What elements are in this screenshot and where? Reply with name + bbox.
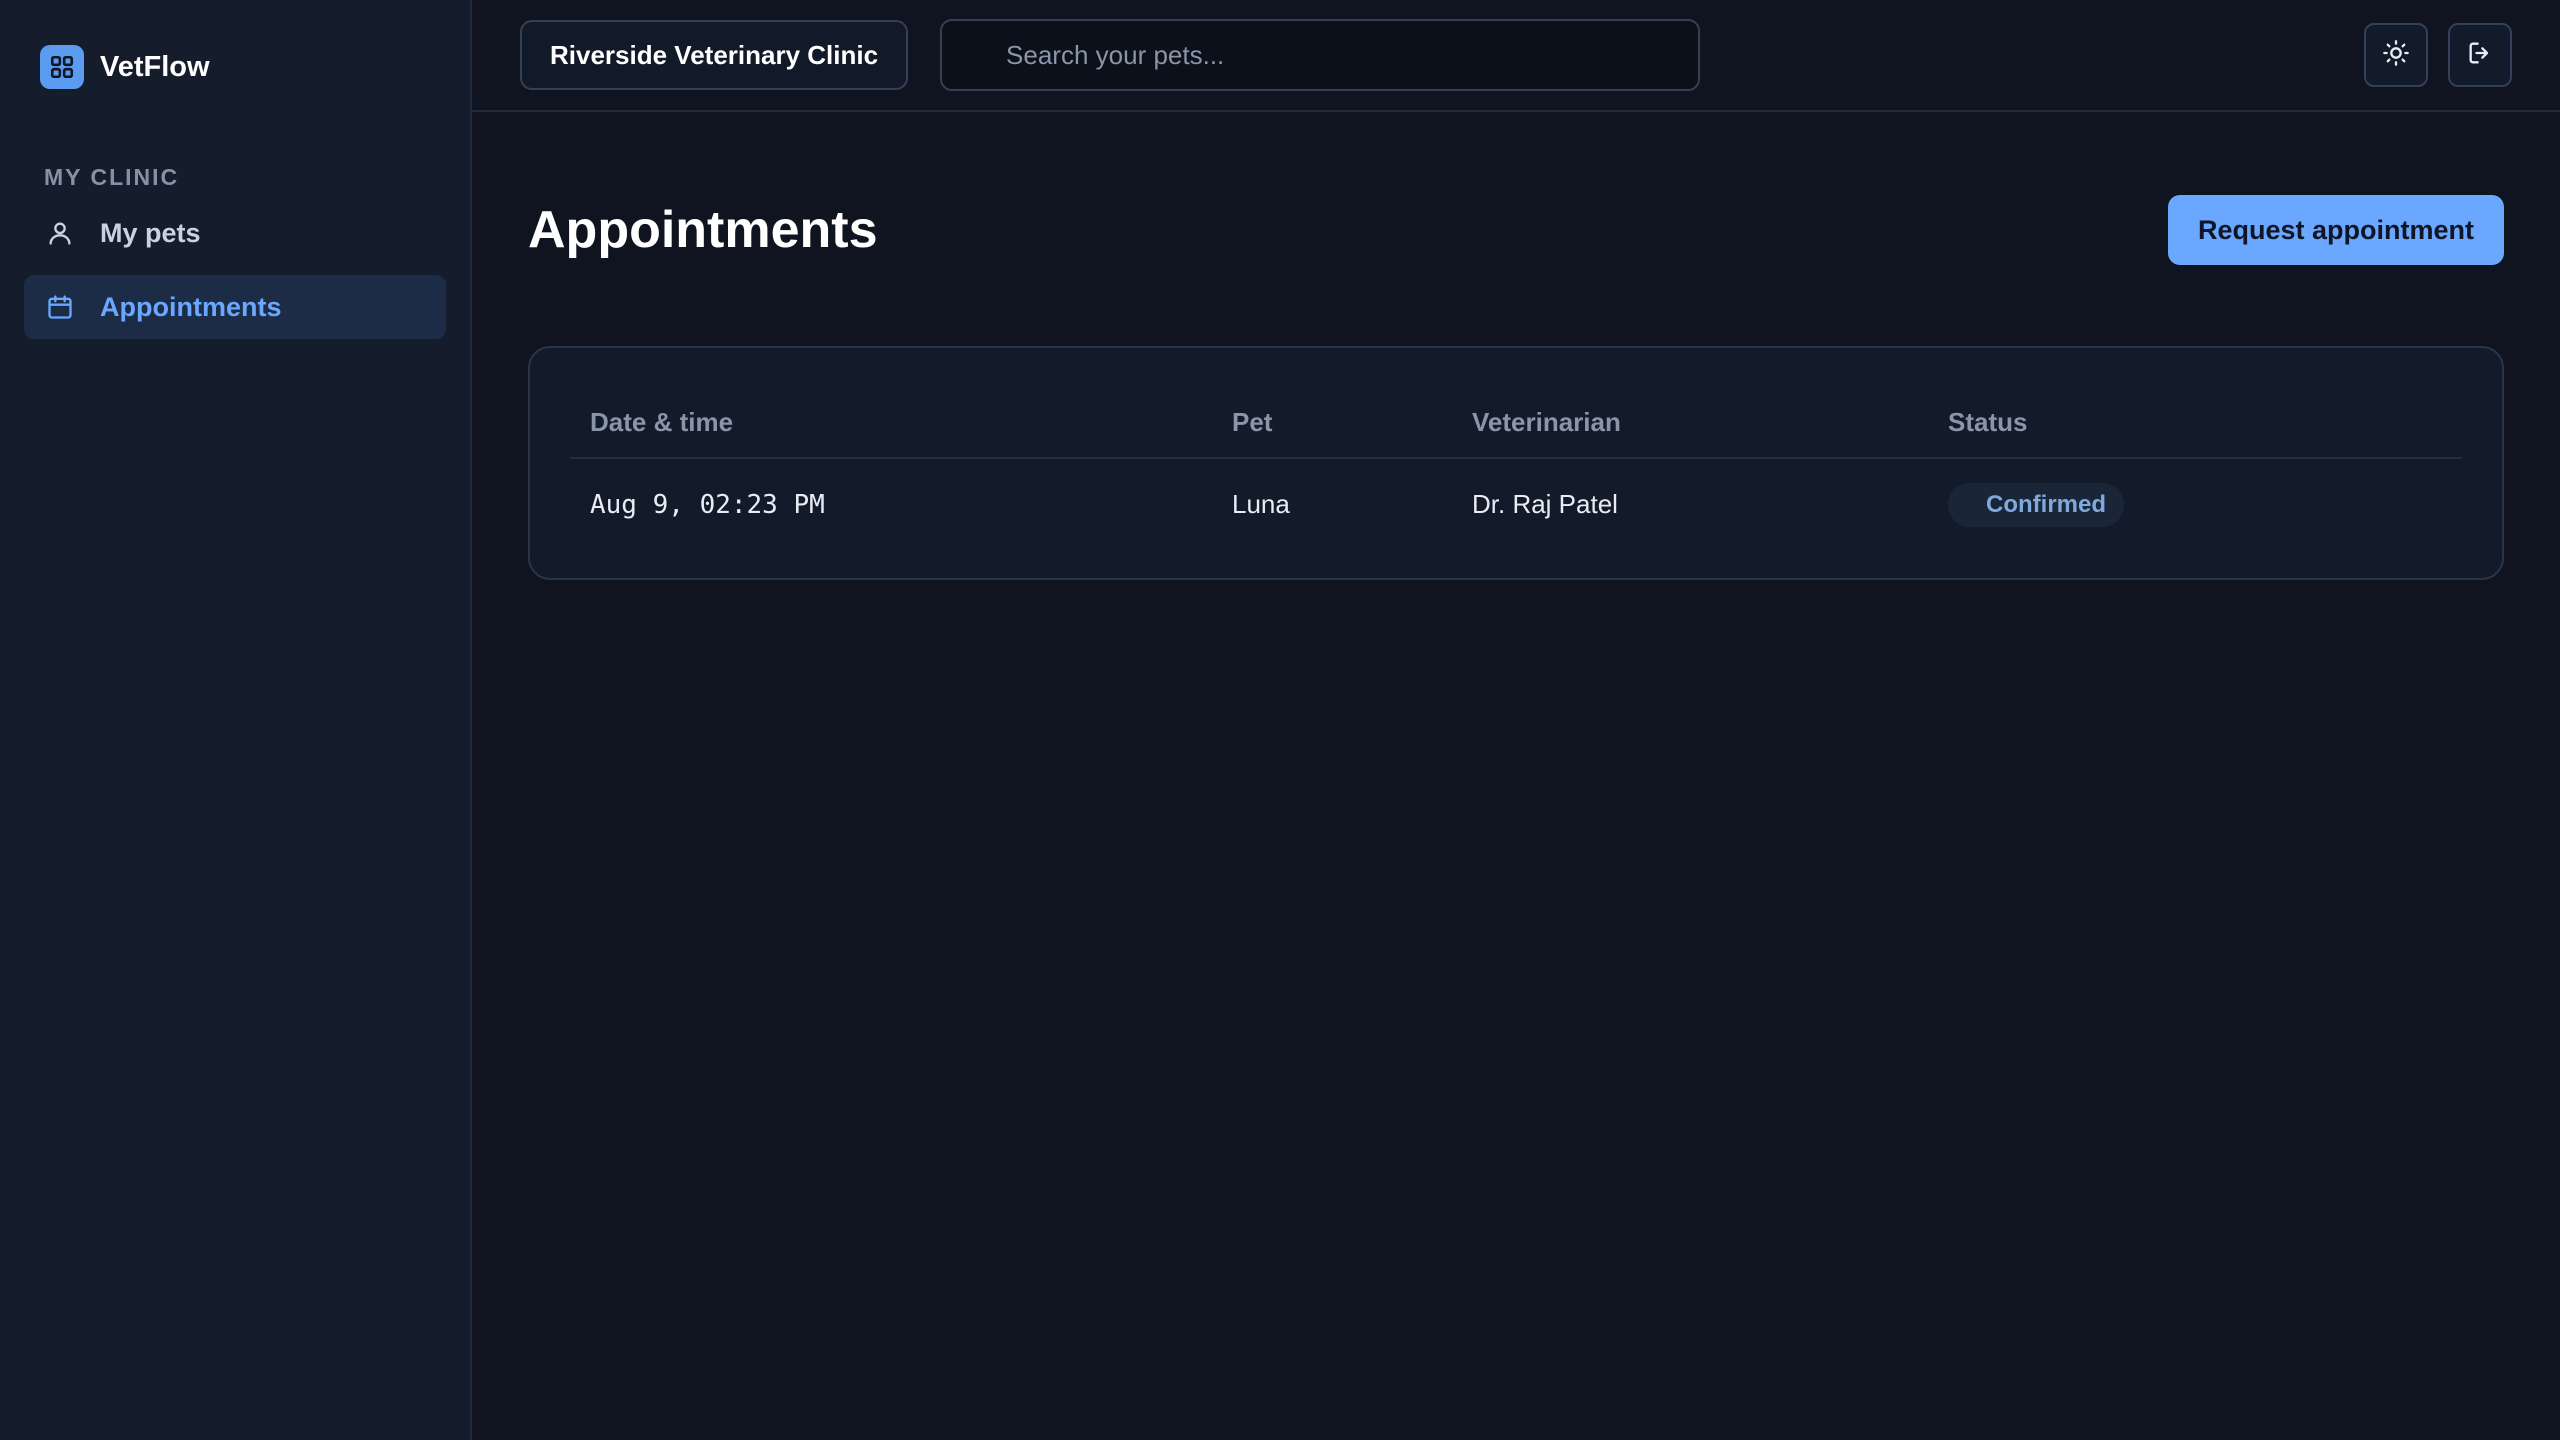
table-header-row: Date & time Pet Veterinarian Status	[570, 388, 2462, 459]
cell-veterinarian: Dr. Raj Patel	[1472, 489, 1618, 519]
appointments-table: Date & time Pet Veterinarian Status Aug …	[570, 388, 2462, 550]
logout-button[interactable]	[2448, 23, 2512, 87]
brand-name: VetFlow	[100, 50, 210, 83]
topbar: Riverside Veterinary Clinic Search your …	[472, 0, 2560, 112]
user-icon	[44, 217, 76, 249]
calendar-icon	[44, 291, 76, 323]
request-appointment-button[interactable]: Request appointment	[2167, 195, 2504, 265]
appointments-card: Date & time Pet Veterinarian Status Aug …	[528, 346, 2504, 580]
page-header: Appointments Request appointment	[528, 112, 2504, 348]
cell-datetime: Aug 9, 02:23 PM	[590, 489, 825, 520]
cell-status: Confirmed	[1928, 458, 2462, 550]
column-header-status: Status	[1928, 388, 2462, 459]
column-header-veterinarian: Veterinarian	[1452, 388, 1928, 459]
logout-icon	[2466, 39, 2494, 72]
sidebar-item-label: My pets	[100, 217, 201, 248]
grid-icon	[40, 45, 84, 89]
sun-icon	[2382, 39, 2410, 72]
clinic-selector[interactable]: Riverside Veterinary Clinic	[520, 20, 909, 90]
sidebar: VetFlow MY CLINIC My pets Appointments	[0, 0, 472, 1440]
content: Appointments Request appointment Date & …	[472, 112, 2560, 580]
brand[interactable]: VetFlow	[24, 0, 446, 134]
main-area: Riverside Veterinary Clinic Search your …	[472, 0, 2560, 1440]
column-header-datetime: Date & time	[570, 388, 1212, 459]
table-row[interactable]: Aug 9, 02:23 PM Luna Dr. Raj Patel Confi…	[570, 458, 2462, 550]
column-header-pet: Pet	[1212, 388, 1452, 459]
status-badge: Confirmed	[1948, 482, 2124, 527]
sidebar-item-appointments[interactable]: Appointments	[24, 275, 446, 339]
cell-pet: Luna	[1232, 489, 1290, 519]
theme-toggle-button[interactable]	[2364, 23, 2428, 87]
sidebar-item-label: Appointments	[100, 291, 282, 322]
page-title: Appointments	[528, 201, 878, 259]
app-shell: VetFlow MY CLINIC My pets Appointments R…	[0, 0, 2560, 1440]
sidebar-item-my-pets[interactable]: My pets	[24, 201, 446, 265]
section-label: MY CLINIC	[44, 164, 180, 190]
search-input[interactable]: Search your pets...	[940, 19, 1701, 91]
top-actions	[2364, 23, 2512, 87]
